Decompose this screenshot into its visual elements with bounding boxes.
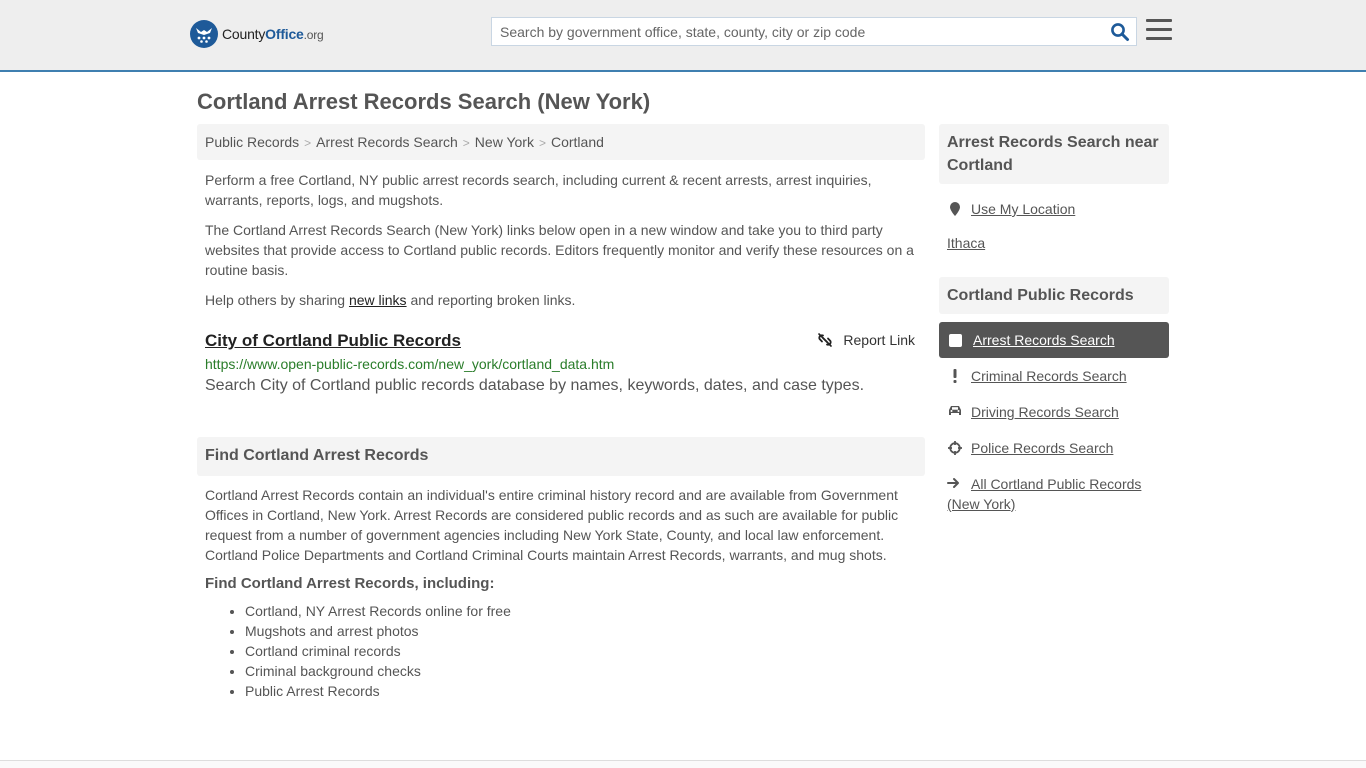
nearby-ithaca-link[interactable]: Ithaca <box>947 235 985 251</box>
menu-bar-icon <box>1146 19 1172 22</box>
public-records-heading: Cortland Public Records <box>939 277 1169 314</box>
sidebar-item-criminal-records[interactable]: Criminal Records Search <box>939 366 1169 386</box>
breadcrumb-separator: > <box>538 136 546 150</box>
find-records-list: Cortland, NY Arrest Records online for f… <box>197 601 925 701</box>
driving-records-search-link[interactable]: Driving Records Search <box>971 402 1119 422</box>
map-marker-icon <box>947 201 963 217</box>
list-item: Cortland, NY Arrest Records online for f… <box>245 601 925 621</box>
breadcrumb-separator: > <box>462 136 470 150</box>
menu-bar-icon <box>1146 37 1172 40</box>
breadcrumb-separator: > <box>304 136 312 150</box>
square-icon <box>949 333 962 347</box>
police-records-search-link[interactable]: Police Records Search <box>971 438 1113 458</box>
use-my-location-link[interactable]: Use My Location <box>971 201 1075 217</box>
list-item: Public Arrest Records <box>245 681 925 701</box>
use-location-row: Use My Location <box>939 201 1169 217</box>
sidebar-item-police-records[interactable]: Police Records Search <box>939 438 1169 458</box>
share-text-after: and reporting broken links. <box>406 292 576 308</box>
criminal-records-search-link[interactable]: Criminal Records Search <box>971 366 1127 386</box>
car-icon <box>947 402 963 417</box>
eagle-stars-logo-icon <box>190 20 218 48</box>
report-link-label: Report Link <box>843 332 915 348</box>
logo-part-county: County <box>222 26 266 42</box>
disclaimer-paragraph: The Cortland Arrest Records Search (New … <box>205 222 914 278</box>
broken-link-icon <box>818 333 833 347</box>
list-item: Cortland criminal records <box>245 641 925 661</box>
exclamation-icon <box>947 366 963 383</box>
nearby-item: Ithaca <box>939 235 1169 251</box>
logo-part-office: Office <box>265 26 304 42</box>
resource-listing: City of Cortland Public Records Report L… <box>197 331 925 395</box>
report-link-button[interactable]: Report Link <box>817 332 915 348</box>
new-links-link[interactable]: new links <box>349 292 407 308</box>
breadcrumb-new-york[interactable]: New York <box>475 134 534 150</box>
sidebar-item-all-records: All Cortland Public Records (New York) <box>939 474 1169 514</box>
logo-link[interactable]: CountyOffice.org <box>190 20 324 48</box>
search-input[interactable] <box>492 18 1092 45</box>
logo-part-org: .org <box>303 28 324 42</box>
breadcrumb-public-records[interactable]: Public Records <box>205 134 299 150</box>
search-button[interactable] <box>1110 22 1130 42</box>
share-paragraph: Help others by sharing new links and rep… <box>197 290 925 310</box>
nearby-heading: Arrest Records Search near Cortland <box>939 124 1169 184</box>
intro-paragraph: Perform a free Cortland, NY public arres… <box>205 172 872 208</box>
menu-bar-icon <box>1146 28 1172 31</box>
sidebar: Arrest Records Search near Cortland Use … <box>939 124 1169 514</box>
resource-title-link[interactable]: City of Cortland Public Records <box>205 331 461 350</box>
logo-text: CountyOffice.org <box>222 26 324 42</box>
all-public-records-link[interactable]: All Cortland Public Records (New York) <box>947 476 1141 512</box>
search-box <box>491 17 1137 46</box>
resource-description: Search City of Cortland public records d… <box>205 377 865 394</box>
arrow-right-icon <box>947 474 963 494</box>
find-records-subheading: Find Cortland Arrest Records, including: <box>205 575 495 592</box>
find-records-paragraph: Cortland Arrest Records contain an indiv… <box>205 487 899 563</box>
crosshairs-icon <box>947 438 963 455</box>
page-title: Cortland Arrest Records Search (New York… <box>197 89 651 114</box>
sidebar-item-arrest-records[interactable]: Arrest Records Search <box>939 322 1169 358</box>
sidebar-item-driving-records[interactable]: Driving Records Search <box>939 402 1169 422</box>
list-item: Criminal background checks <box>245 661 925 681</box>
search-icon <box>1111 23 1129 41</box>
hamburger-menu-button[interactable] <box>1146 19 1172 43</box>
arrest-records-search-link[interactable]: Arrest Records Search <box>973 332 1115 348</box>
site-header: CountyOffice.org <box>0 0 1366 72</box>
list-item: Mugshots and arrest photos <box>245 621 925 641</box>
resource-url: https://www.open-public-records.com/new_… <box>205 356 615 372</box>
find-records-heading: Find Cortland Arrest Records <box>197 437 925 476</box>
main-content: Public Records > Arrest Records Search > New… <box>197 124 925 701</box>
share-text-before: Help others by sharing <box>205 292 349 308</box>
breadcrumb-arrest-records-search[interactable]: Arrest Records Search <box>316 134 458 150</box>
footer-divider <box>0 760 1366 768</box>
breadcrumb-cortland[interactable]: Cortland <box>551 134 604 150</box>
breadcrumb: Public Records > Arrest Records Search > New… <box>197 124 925 160</box>
